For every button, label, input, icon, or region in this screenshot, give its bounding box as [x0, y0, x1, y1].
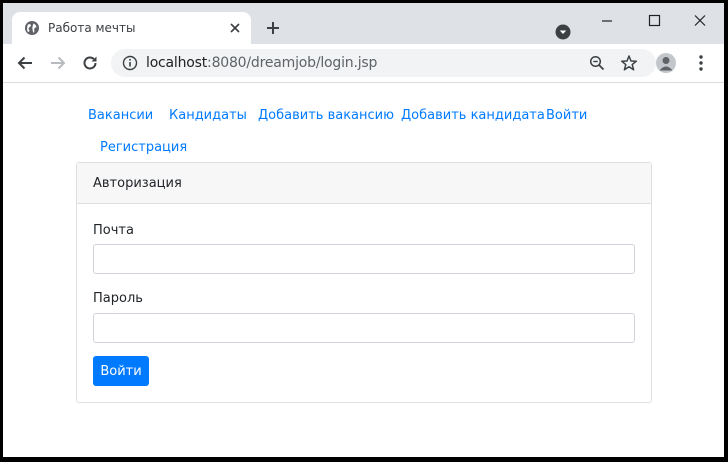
reload-icon[interactable] [81, 54, 99, 72]
browser-tab[interactable]: Работа мечты [12, 12, 251, 44]
minimize-icon[interactable] [592, 9, 622, 33]
nav-link-login[interactable]: Войти [546, 108, 587, 123]
nav-link-register[interactable]: Регистрация [100, 140, 187, 155]
bookmark-star-icon[interactable] [620, 54, 638, 72]
profile-avatar-icon[interactable] [656, 53, 676, 73]
url-path: :8080/dreamjob/login.jsp [207, 55, 378, 71]
nav-link-vacancies[interactable]: Вакансии [88, 108, 153, 123]
email-label: Почта [93, 223, 134, 238]
page-content: Вакансии Кандидаты Добавить вакансию Доб… [3, 83, 724, 457]
zoom-out-icon[interactable] [589, 55, 605, 71]
card-header: Авторизация [77, 163, 651, 204]
email-field[interactable] [93, 244, 635, 274]
card-title: Авторизация [93, 176, 182, 191]
back-arrow-icon[interactable] [16, 54, 34, 72]
close-icon[interactable] [227, 20, 243, 36]
nav-link-add-candidate[interactable]: Добавить кандидата [401, 108, 545, 123]
password-field[interactable] [93, 313, 635, 343]
tab-search-icon[interactable] [555, 24, 571, 40]
url-host: localhost [146, 55, 208, 71]
person-icon [659, 57, 673, 71]
browser-toolbar: localhost:8080/dreamjob/login.jsp [3, 44, 724, 83]
forward-arrow-icon[interactable] [49, 54, 67, 72]
maximize-icon[interactable] [639, 9, 669, 33]
password-label: Пароль [93, 291, 143, 306]
nav-link-add-vacancy[interactable]: Добавить вакансию [258, 108, 394, 123]
window-close-icon[interactable] [685, 9, 715, 33]
globe-icon [25, 21, 39, 35]
tab-title: Работа мечты [48, 21, 136, 35]
kebab-menu-icon[interactable] [693, 54, 709, 72]
url-text: localhost:8080/dreamjob/login.jsp [146, 55, 377, 71]
address-bar[interactable]: localhost:8080/dreamjob/login.jsp [111, 49, 656, 77]
browser-window: Работа мечты localhost:8080/dreamjob/log… [3, 3, 724, 457]
tab-strip: Работа мечты [3, 3, 724, 44]
login-card: Авторизация Почта Пароль Войти [76, 162, 652, 403]
login-submit-button[interactable]: Войти [93, 356, 149, 386]
new-tab-plus-icon[interactable] [265, 20, 281, 36]
info-icon[interactable] [122, 55, 138, 71]
nav-link-candidates[interactable]: Кандидаты [169, 108, 247, 123]
